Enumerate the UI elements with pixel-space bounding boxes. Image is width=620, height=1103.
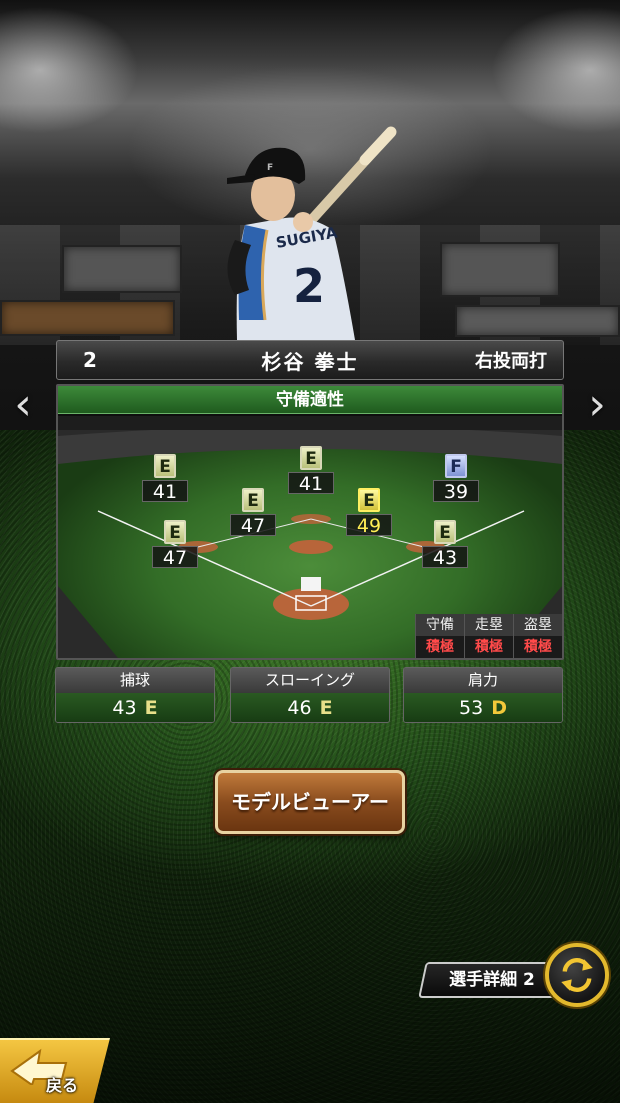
stat-catching: 捕球 43 E	[55, 667, 215, 723]
position-value: 39	[433, 480, 479, 503]
tendency-label: 守備	[416, 614, 464, 636]
tendency-value: 積極	[416, 636, 464, 658]
position-right-field[interactable]: F 39	[431, 454, 481, 503]
tendency-value: 積極	[465, 636, 513, 658]
player-detail-2-label[interactable]: 選手詳細 2	[432, 962, 552, 998]
stadium-screen-bottom-right	[455, 305, 620, 337]
swap-arrows-icon[interactable]	[545, 943, 609, 1007]
position-grade: E	[164, 520, 186, 544]
field-diagram: E 41 E 41 F 39 E 47 E 49 E 47 E 43 守備 積極…	[58, 416, 562, 658]
position-value: 41	[288, 472, 334, 495]
position-first-base[interactable]: E 43	[420, 520, 470, 569]
stat-grade: E	[144, 697, 158, 719]
tendency-defense: 守備 積極	[415, 614, 464, 658]
player-figure: F SUGIYA 2	[227, 126, 397, 340]
defense-aptitude-panel: 守備適性 E 41 E 41 F 39 E 47 E 49 E 47 E 43 …	[56, 384, 564, 660]
stat-throwing: スローイング 46 E	[230, 667, 390, 723]
position-value: 41	[142, 480, 188, 503]
tendency-label: 盗塁	[514, 614, 562, 636]
tendency-value: 積極	[514, 636, 562, 658]
position-center-field[interactable]: E 41	[286, 446, 336, 495]
previous-player-arrow-icon[interactable]: ‹	[6, 383, 40, 427]
position-shortstop[interactable]: E 47	[228, 488, 278, 537]
player-header-bar: 2 杉谷 拳士 右投両打	[56, 340, 564, 380]
stat-body: 53 D	[404, 693, 562, 722]
stadium-screen-bottom-left	[0, 300, 175, 336]
tendency-table: 守備 積極 走塁 積極 盗塁 積極	[415, 614, 562, 658]
position-value: 49	[346, 514, 392, 537]
position-grade: E	[434, 520, 456, 544]
back-button-label[interactable]: 戻る	[46, 1072, 96, 1096]
position-grade: E	[300, 446, 322, 470]
stadium-screen-right	[440, 242, 560, 297]
next-player-arrow-icon[interactable]: ›	[580, 383, 614, 427]
stadium-screen-left	[62, 245, 182, 293]
throw-bat-handedness: 右投両打	[475, 351, 547, 372]
model-viewer-button[interactable]: モデルビューアー	[215, 770, 405, 834]
tendency-stealing: 盗塁 積極	[513, 614, 562, 658]
position-value: 47	[152, 546, 198, 569]
position-value: 47	[230, 514, 276, 537]
stat-body: 43 E	[56, 693, 214, 722]
tendency-label: 走塁	[465, 614, 513, 636]
stat-label: 肩力	[404, 668, 562, 693]
position-left-field[interactable]: E 41	[140, 454, 190, 503]
stat-grade: D	[491, 697, 507, 719]
stat-value: 53	[458, 697, 484, 719]
stat-label: スローイング	[231, 668, 389, 693]
tendency-baserunning: 走塁 積極	[464, 614, 513, 658]
defense-aptitude-title: 守備適性	[58, 386, 562, 414]
position-grade: E	[154, 454, 176, 478]
position-grade: E	[242, 488, 264, 512]
position-value: 43	[422, 546, 468, 569]
stat-value: 43	[112, 697, 137, 719]
stat-arm-strength: 肩力 53 D	[403, 667, 563, 723]
jersey-number: 2	[293, 259, 325, 313]
svg-text:F: F	[267, 163, 273, 173]
position-grade: E	[358, 488, 380, 512]
position-second-base[interactable]: E 49	[344, 488, 394, 537]
stat-body: 46 E	[231, 693, 389, 722]
stat-grade: E	[319, 697, 333, 719]
position-grade: F	[445, 454, 467, 478]
position-third-base[interactable]: E 47	[150, 520, 200, 569]
stat-label: 捕球	[56, 668, 214, 693]
stat-value: 46	[287, 697, 312, 719]
